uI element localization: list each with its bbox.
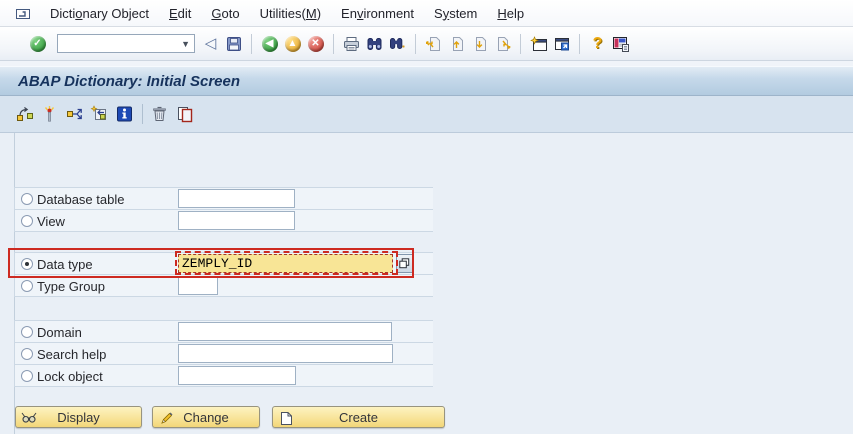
object-group-other: Domain Search help Lock object bbox=[14, 320, 433, 387]
label-view: View bbox=[37, 214, 65, 229]
input-database-table[interactable] bbox=[178, 189, 295, 208]
menu-utilities[interactable]: Utilities(M) bbox=[250, 1, 331, 26]
radio-type-group[interactable] bbox=[21, 280, 33, 292]
print-icon[interactable] bbox=[342, 34, 361, 53]
radio-domain[interactable] bbox=[21, 326, 33, 338]
page-title: ABAP Dictionary: Initial Screen bbox=[18, 72, 240, 90]
object-group-types: Data type Type Group bbox=[14, 252, 433, 297]
change-button[interactable]: Change bbox=[152, 406, 260, 428]
forward-navigation-icon[interactable] bbox=[65, 105, 84, 124]
input-data-type[interactable] bbox=[178, 254, 393, 273]
analysis-icon[interactable] bbox=[90, 105, 109, 124]
application-toolbar bbox=[0, 96, 853, 133]
row-view: View bbox=[15, 210, 433, 232]
input-type-group[interactable] bbox=[178, 276, 218, 295]
new-session-icon[interactable] bbox=[529, 34, 548, 53]
information-icon[interactable] bbox=[115, 105, 134, 124]
menu-help[interactable]: Help bbox=[487, 1, 534, 26]
glasses-icon bbox=[21, 410, 37, 426]
first-page-icon[interactable] bbox=[424, 34, 443, 53]
display-button[interactable]: Display bbox=[15, 406, 142, 428]
customize-layout-icon[interactable] bbox=[611, 34, 630, 53]
label-domain: Domain bbox=[37, 325, 82, 340]
row-type-group: Type Group bbox=[15, 275, 433, 297]
input-view[interactable] bbox=[178, 211, 295, 230]
value-help-icon[interactable] bbox=[396, 254, 413, 273]
label-database-table: Database table bbox=[37, 192, 125, 207]
main-content: Database table View Data type ZEMPLY_ID … bbox=[0, 133, 853, 434]
change-button-label: Change bbox=[183, 409, 229, 425]
menu-system[interactable]: System bbox=[424, 1, 487, 26]
where-used-list-icon[interactable] bbox=[15, 105, 34, 124]
display-button-label: Display bbox=[57, 409, 100, 425]
last-page-icon[interactable] bbox=[493, 34, 512, 53]
standard-toolbar: ✓ ▼ ◁ ◀ ▲ ✕ ? bbox=[0, 27, 853, 61]
menu-dictionary-object[interactable]: Dictionary Object bbox=[40, 1, 159, 26]
radio-lock-object[interactable] bbox=[21, 370, 33, 382]
cancel-icon[interactable]: ✕ bbox=[306, 34, 325, 53]
menu-edit[interactable]: Edit bbox=[159, 1, 201, 26]
label-data-type: Data type bbox=[37, 257, 93, 272]
copy-icon[interactable] bbox=[175, 105, 194, 124]
label-type-group: Type Group bbox=[37, 279, 105, 294]
save-icon[interactable] bbox=[224, 34, 243, 53]
label-lock-object: Lock object bbox=[37, 369, 103, 384]
radio-data-type[interactable] bbox=[21, 258, 33, 270]
menu-bar: Dictionary Object Edit Goto Utilities(M)… bbox=[0, 0, 853, 27]
row-lock-object: Lock object bbox=[15, 365, 433, 387]
back-step-icon[interactable]: ◁ bbox=[201, 34, 220, 53]
activate-wand-icon[interactable] bbox=[40, 105, 59, 124]
input-domain[interactable] bbox=[178, 322, 392, 341]
exit-icon[interactable]: ▲ bbox=[283, 34, 302, 53]
control-menu-icon[interactable] bbox=[14, 5, 32, 21]
label-search-help: Search help bbox=[37, 347, 107, 362]
row-data-type: Data type bbox=[15, 253, 433, 275]
sap-gui-window: Dictionary Object Edit Goto Utilities(M)… bbox=[0, 0, 853, 434]
previous-page-icon[interactable] bbox=[447, 34, 466, 53]
find-next-icon[interactable] bbox=[388, 34, 407, 53]
find-icon[interactable] bbox=[365, 34, 384, 53]
row-database-table: Database table bbox=[15, 188, 433, 210]
radio-database-table[interactable] bbox=[21, 193, 33, 205]
create-button[interactable]: Create bbox=[272, 406, 445, 428]
create-button-label: Create bbox=[338, 409, 379, 425]
radio-view[interactable] bbox=[21, 215, 33, 227]
menu-goto[interactable]: Goto bbox=[201, 1, 249, 26]
object-group-tables: Database table View bbox=[14, 187, 433, 232]
command-dropdown-icon[interactable]: ▼ bbox=[177, 39, 194, 49]
command-input[interactable] bbox=[58, 36, 178, 51]
row-domain: Domain bbox=[15, 321, 433, 343]
pencil-icon bbox=[158, 410, 174, 426]
title-bar: ABAP Dictionary: Initial Screen bbox=[0, 66, 853, 96]
delete-icon[interactable] bbox=[150, 105, 169, 124]
enter-icon[interactable]: ✓ bbox=[28, 34, 47, 53]
radio-search-help[interactable] bbox=[21, 348, 33, 360]
next-page-icon[interactable] bbox=[470, 34, 489, 53]
back-icon[interactable]: ◀ bbox=[260, 34, 279, 53]
menu-environment[interactable]: Environment bbox=[331, 1, 424, 26]
new-page-icon bbox=[278, 410, 294, 426]
input-search-help[interactable] bbox=[178, 344, 393, 363]
help-icon[interactable]: ? bbox=[588, 34, 607, 53]
create-shortcut-icon[interactable] bbox=[552, 34, 571, 53]
input-lock-object[interactable] bbox=[178, 366, 296, 385]
command-field: ▼ bbox=[57, 34, 195, 53]
row-search-help: Search help bbox=[15, 343, 433, 365]
